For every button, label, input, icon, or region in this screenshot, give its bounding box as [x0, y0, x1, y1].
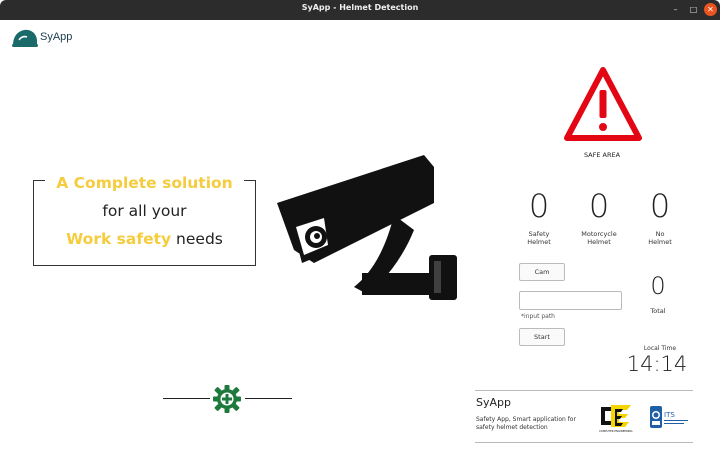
safety-helmet-label-line2: Helmet — [527, 238, 551, 246]
motorcycle-helmet-label: Motorcycle Helmet — [569, 230, 629, 246]
total-count: 0 — [650, 272, 666, 300]
footer-title: SyApp — [476, 396, 511, 409]
no-helmet-label-line1: No — [655, 230, 665, 238]
helmet-logo-icon — [12, 29, 38, 47]
its-logo: ITS — [650, 406, 688, 428]
motorcycle-helmet-label-line1: Motorcycle — [581, 230, 617, 238]
motorcycle-helmet-count: 0 — [588, 187, 610, 225]
close-icon[interactable]: ✕ — [704, 3, 717, 16]
no-helmet-count: 0 — [649, 187, 671, 225]
no-helmet-label-line2: Helmet — [648, 238, 672, 246]
footer-divider-top — [475, 390, 693, 391]
app-content: SyApp A Complete solution for all your W… — [0, 20, 720, 455]
computer-engineering-logo-text: COMPUTER ENGINEERING — [599, 429, 633, 433]
input-path-field[interactable] — [519, 291, 622, 310]
app-logo-text: SyApp — [40, 31, 73, 43]
gear-plus-icon — [213, 385, 241, 413]
motorcycle-helmet-label-line2: Helmet — [587, 238, 611, 246]
tagline-line1: A Complete solution — [33, 174, 256, 192]
start-button[interactable]: Start — [519, 328, 565, 346]
minimize-icon[interactable]: – — [669, 3, 682, 16]
area-status-label: SAFE AREA — [583, 151, 621, 159]
warning-triangle-icon — [564, 67, 642, 141]
security-camera-icon — [277, 155, 457, 300]
local-time-value: 14:14 — [626, 352, 688, 376]
computer-engineering-logo: COMPUTER ENGINEERING — [599, 405, 633, 433]
window-title: SyApp - Helmet Detection — [301, 3, 419, 12]
window-titlebar: SyApp - Helmet Detection – □ ✕ — [0, 0, 720, 20]
footer-divider-bottom — [475, 442, 693, 443]
maximize-icon[interactable]: □ — [687, 3, 700, 16]
its-logo-text: ITS — [664, 411, 675, 419]
tagline-highlight-2: Work safety — [66, 230, 172, 248]
local-time-label: Local Time — [643, 345, 677, 352]
tagline-line3-rest: needs — [171, 230, 223, 248]
no-helmet-label: No Helmet — [630, 230, 690, 246]
divider-left — [163, 398, 210, 399]
safety-helmet-label-line1: Safety — [528, 230, 550, 238]
cam-button[interactable]: Cam — [519, 263, 565, 281]
app-logo: SyApp — [10, 26, 80, 52]
safety-helmet-count: 0 — [528, 187, 550, 225]
tagline-line3: Work safety needs — [33, 230, 256, 248]
total-label: Total — [650, 307, 666, 315]
divider-right — [245, 398, 292, 399]
input-path-hint: *input path — [521, 313, 555, 320]
tagline-frame — [33, 180, 256, 266]
tagline-line2: for all your — [102, 202, 187, 220]
footer-description: Safety App, Smart application for safety… — [476, 416, 576, 431]
tagline-highlight-1: A Complete solution — [56, 174, 233, 192]
safety-helmet-label: Safety Helmet — [509, 230, 569, 246]
